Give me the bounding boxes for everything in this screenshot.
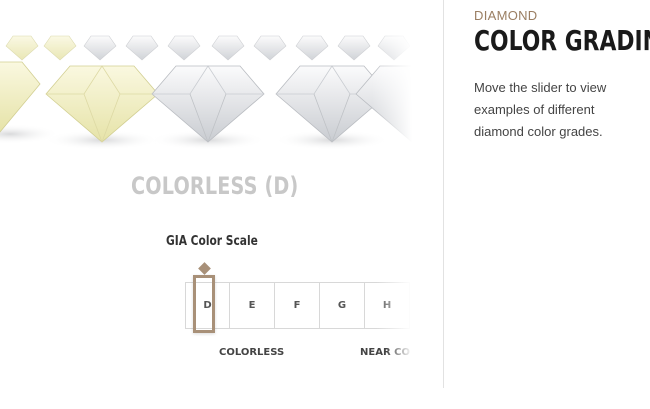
category-colorless: COLORLESS bbox=[219, 347, 285, 358]
diamond-viewer: COLORLESS (D) GIA Color Scale D E F G H … bbox=[0, 0, 444, 409]
diamond-illustration bbox=[0, 35, 412, 150]
grade-cell-e[interactable]: E bbox=[230, 282, 275, 329]
description-text: Move the slider to view examples of diff… bbox=[474, 80, 607, 139]
page-title: COLOR GRADING bbox=[474, 24, 650, 57]
panel-divider bbox=[443, 0, 444, 388]
selected-grade-title: COLORLESS (D) bbox=[131, 172, 299, 200]
back-row-diamonds bbox=[5, 35, 411, 61]
color-slider-handle[interactable] bbox=[193, 275, 215, 333]
slider-diamond-icon bbox=[198, 262, 211, 275]
grade-cell-g[interactable]: G bbox=[320, 282, 365, 329]
color-scale-label: GIA Color Scale bbox=[166, 234, 258, 249]
category-near-colorless: NEAR CO bbox=[360, 345, 412, 361]
front-row-diamonds bbox=[0, 61, 412, 150]
eyebrow-label: DIAMOND bbox=[474, 8, 538, 23]
grade-cell-f[interactable]: F bbox=[275, 282, 320, 329]
color-scale: D E F G H bbox=[185, 282, 412, 331]
diamond-images bbox=[0, 22, 412, 152]
info-panel: DIAMOND COLOR GRADING Move the slider to… bbox=[474, 0, 650, 409]
grade-cell-h[interactable]: H bbox=[365, 282, 410, 329]
